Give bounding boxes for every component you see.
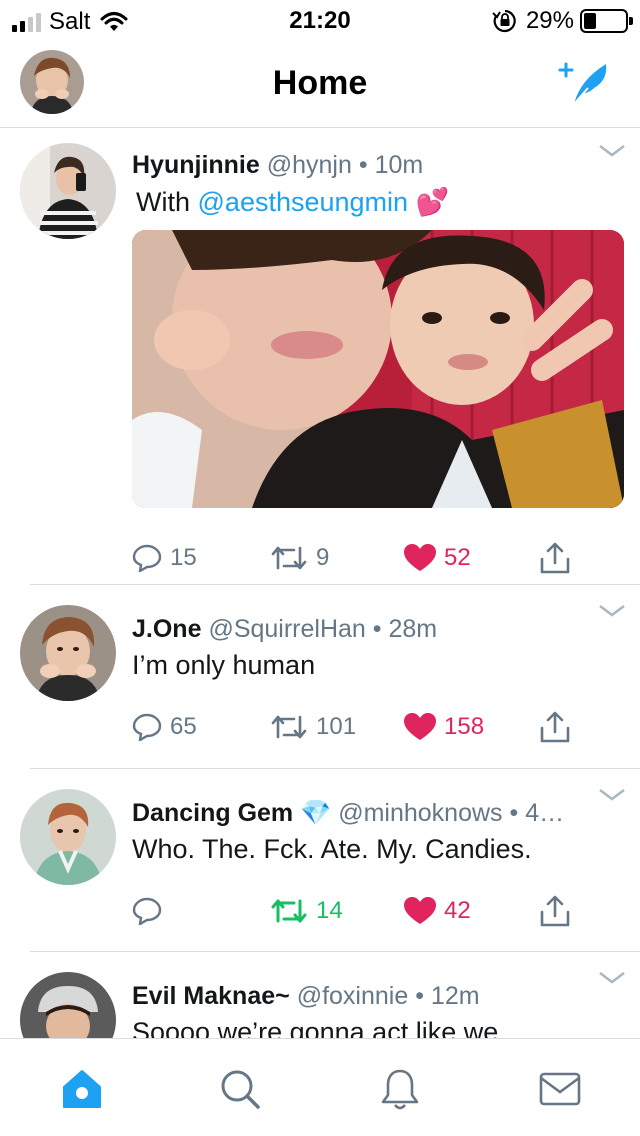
- notifications-bell-icon: [381, 1069, 419, 1110]
- tab-home[interactable]: [60, 1067, 104, 1111]
- separator-dot: •: [415, 982, 424, 1010]
- retweet-button[interactable]: 14: [270, 897, 404, 925]
- gem-emoji-badge: 💎: [300, 799, 332, 827]
- like-button[interactable]: 42: [404, 897, 538, 925]
- tweet-author-name[interactable]: Evil Maknae~: [132, 982, 290, 1010]
- reply-button[interactable]: 65: [132, 713, 270, 741]
- tweet-text: I’m only human: [132, 650, 316, 680]
- tweet[interactable]: J.One @SquirrelHan • 28m I’m only human …: [20, 585, 640, 769]
- retweet-button[interactable]: 101: [270, 713, 404, 741]
- heart-icon: [404, 897, 436, 924]
- tweet-actions: 15 9 52: [132, 538, 620, 578]
- page-title: Home: [272, 64, 368, 102]
- tweet[interactable]: Evil Maknae~ @foxinnie • 12m Soooo we’re…: [20, 952, 640, 1038]
- tweet-text: Soooo we’re gonna act like we: [132, 1017, 499, 1038]
- like-count: 52: [444, 544, 471, 571]
- share-button[interactable]: [538, 541, 580, 575]
- heart-icon: [404, 713, 436, 740]
- tweet-text: Who. The. Fck. Ate. My. Candies.: [132, 834, 532, 864]
- chevron-down-icon[interactable]: [598, 143, 626, 159]
- retweet-icon: [271, 715, 307, 739]
- status-bar: Salt 21:20 29%: [0, 0, 640, 40]
- share-icon: [540, 895, 570, 927]
- tab-notifications[interactable]: [378, 1067, 422, 1111]
- reply-count: 15: [170, 544, 197, 571]
- heart-icon: [404, 544, 436, 571]
- tweet-text: With @aesthseungmin 💕: [136, 186, 620, 218]
- retweet-count: 101: [316, 713, 357, 740]
- chevron-down-icon[interactable]: [598, 787, 626, 803]
- share-button[interactable]: [538, 710, 580, 744]
- tweet-timestamp: 10m: [374, 151, 424, 179]
- reply-count: 65: [170, 713, 197, 740]
- home-icon: [63, 1070, 101, 1108]
- tweet-avatar[interactable]: [20, 789, 116, 885]
- like-count: 42: [444, 897, 471, 924]
- tweet-timestamp: 12m: [430, 982, 480, 1010]
- tab-search[interactable]: [218, 1067, 262, 1111]
- chevron-down-icon[interactable]: [598, 603, 626, 619]
- reply-button[interactable]: 15: [132, 544, 270, 572]
- timeline[interactable]: Hyunjinnie @hynjn • 10m With @aesthseung…: [0, 129, 640, 1038]
- share-icon: [540, 542, 570, 574]
- tab-bar: [0, 1038, 640, 1136]
- nav-header: Home: [0, 40, 640, 128]
- chevron-down-icon[interactable]: [598, 970, 626, 986]
- share-button[interactable]: [538, 894, 580, 928]
- tweet-author-name[interactable]: Dancing Gem: [132, 799, 293, 827]
- like-button[interactable]: 158: [404, 713, 538, 741]
- separator-dot: •: [358, 151, 368, 179]
- tweet-actions: 14 42: [132, 891, 620, 931]
- tweet-actions: 65 101 158: [132, 707, 620, 747]
- tweet-avatar[interactable]: [20, 143, 116, 239]
- retweet-icon: [271, 546, 307, 570]
- search-icon: [221, 1070, 260, 1109]
- reply-button[interactable]: [132, 897, 270, 925]
- tweet-handle[interactable]: @hynjn: [267, 151, 352, 179]
- like-count: 158: [444, 713, 485, 740]
- tweet-avatar[interactable]: [20, 972, 116, 1038]
- tab-messages[interactable]: [538, 1067, 582, 1111]
- tweet-avatar[interactable]: [20, 605, 116, 701]
- battery-icon: [580, 9, 633, 33]
- mention-link[interactable]: @aesthseungmin: [198, 187, 409, 217]
- tweet-handle[interactable]: @minhoknows: [338, 799, 502, 827]
- tweet-author-name[interactable]: J.One: [132, 615, 201, 643]
- like-button[interactable]: 52: [404, 544, 538, 572]
- tweet-timestamp: 4…: [525, 799, 565, 827]
- battery-percent: 29%: [525, 7, 574, 34]
- tweet[interactable]: Dancing Gem 💎 @minhoknows • 4… Who. The.…: [20, 769, 640, 952]
- share-icon: [540, 711, 570, 743]
- tweet-timestamp: 28m: [388, 615, 438, 643]
- messages-envelope-icon: [539, 1072, 581, 1106]
- rotation-lock-icon: [492, 9, 516, 33]
- reply-icon: [132, 897, 162, 925]
- reply-icon: [132, 713, 162, 741]
- tweet-author-name[interactable]: Hyunjinnie: [132, 151, 260, 179]
- retweet-icon: [271, 899, 307, 923]
- retweet-count: 14: [316, 897, 343, 924]
- tweet-text-prefix: With: [136, 187, 198, 217]
- compose-tweet-icon[interactable]: [558, 58, 612, 108]
- separator-dot: •: [509, 799, 519, 827]
- tweet-handle[interactable]: @foxinnie: [297, 982, 409, 1010]
- reply-icon: [132, 544, 162, 572]
- retweet-count: 9: [316, 544, 330, 571]
- tweet[interactable]: Hyunjinnie @hynjn • 10m With @aesthseung…: [20, 129, 640, 585]
- separator-dot: •: [372, 615, 382, 643]
- tweet-photo[interactable]: [132, 230, 624, 508]
- tweet-handle[interactable]: @SquirrelHan: [208, 615, 365, 643]
- retweet-button[interactable]: 9: [270, 544, 404, 572]
- two-hearts-emoji: 💕: [415, 187, 450, 217]
